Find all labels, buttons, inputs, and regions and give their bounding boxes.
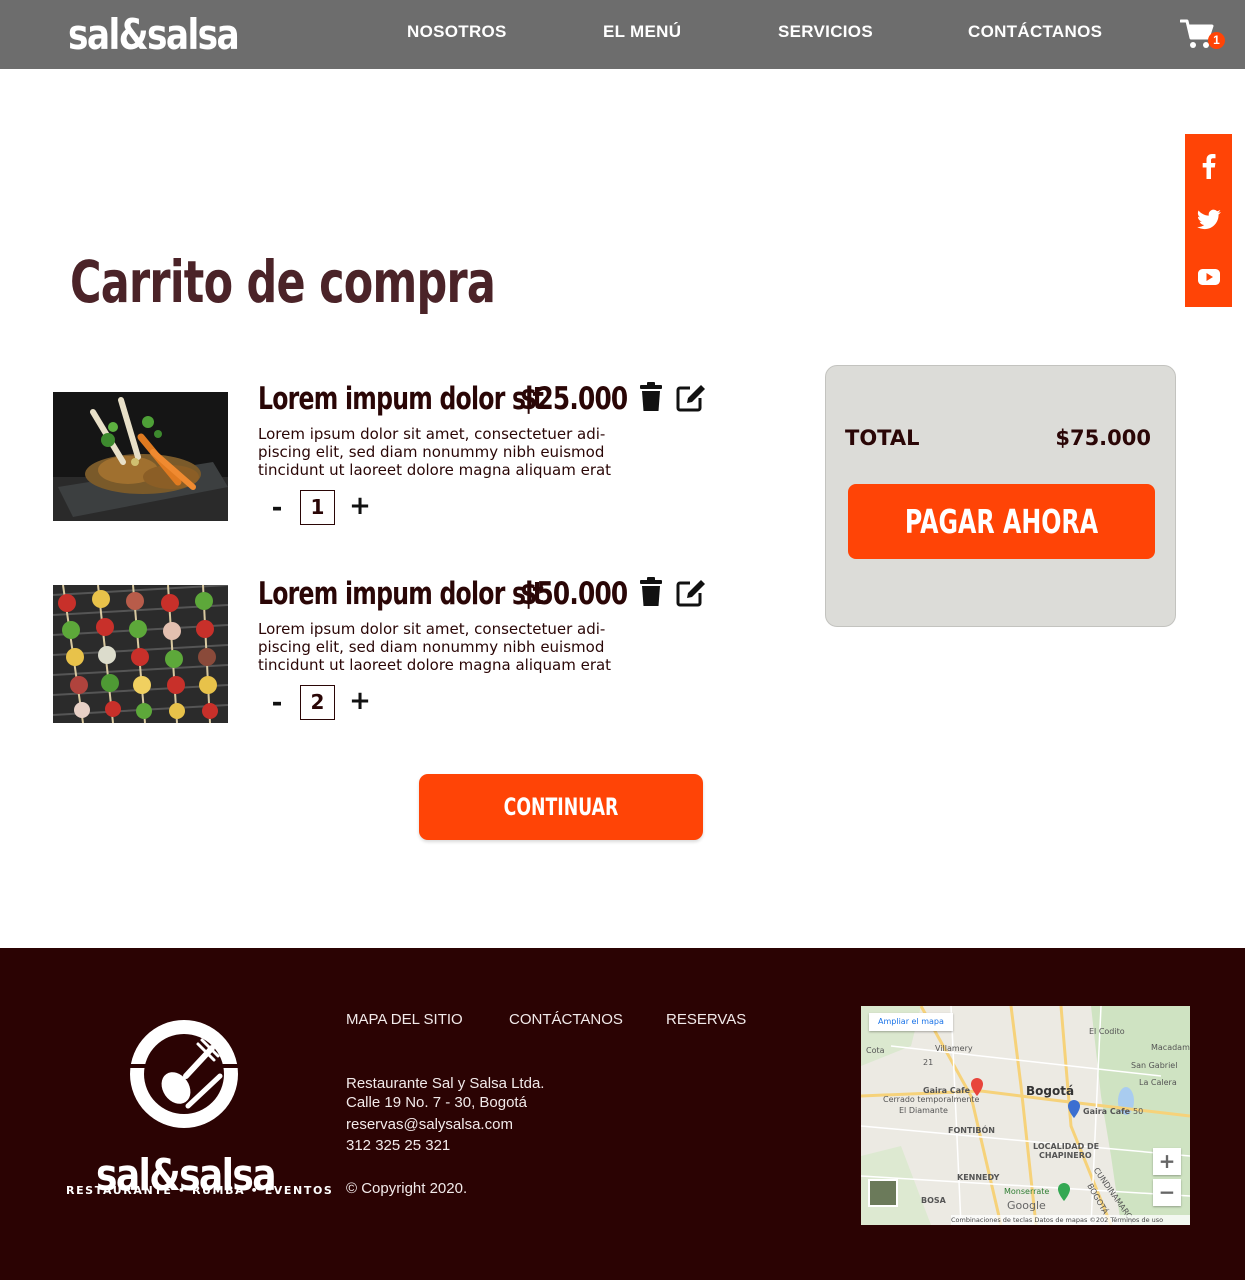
twitter-link[interactable] — [1196, 207, 1222, 233]
map-label: LOCALIDAD DE — [1033, 1142, 1100, 1151]
continue-shopping-label: CONTINUAR COMPRANDO — [497, 793, 625, 887]
cart-button[interactable]: 1 — [1180, 16, 1226, 54]
youtube-link[interactable] — [1196, 264, 1222, 290]
map-zoom-in-button[interactable]: + — [1153, 1148, 1181, 1175]
total-label: TOTAL — [845, 426, 920, 450]
map-label: El Codito — [1089, 1027, 1125, 1036]
map-label: El Diamante — [899, 1106, 948, 1115]
footer-address: Calle 19 No. 7 - 30, Bogotá — [346, 1094, 527, 1111]
pay-now-label: PAGAR AHORA — [904, 502, 1099, 541]
facebook-icon — [1202, 154, 1216, 179]
quantity-field[interactable]: 1 — [300, 490, 335, 525]
trash-icon — [640, 577, 662, 606]
map-label: Gaira Cafe — [923, 1086, 971, 1095]
map-label: Villamery — [935, 1044, 973, 1053]
increase-quantity-button[interactable]: + — [347, 491, 373, 521]
footer-link-sitemap[interactable]: MAPA DEL SITIO — [346, 1011, 463, 1028]
map-label: CHAPINERO — [1039, 1151, 1092, 1160]
map-label: San Gabriel — [1131, 1061, 1178, 1070]
nav-el-menu[interactable]: EL MENÚ — [603, 22, 681, 42]
delete-item-button[interactable] — [637, 577, 667, 607]
item-description: Lorem ipsum dolor sit amet, consectetuer… — [258, 425, 612, 479]
brand-logo[interactable]: sal&salsa — [68, 10, 240, 60]
map-attribution: Combinaciones de teclas Datos de mapas ©… — [951, 1215, 1190, 1225]
twitter-icon — [1197, 209, 1221, 230]
map-enlarge-link[interactable]: Ampliar el mapa — [869, 1013, 953, 1031]
location-map[interactable]: Ampliar el mapa Cota Villamery El Codito… — [861, 1006, 1190, 1225]
nav-contactanos[interactable]: CONTÁCTANOS — [968, 22, 1102, 42]
map-label: Cerrado temporalmente — [883, 1095, 980, 1104]
item-name: Lorem impum dolor sit — [258, 576, 544, 612]
order-summary-panel: TOTAL $75.000 PAGAR AHORA — [825, 365, 1176, 627]
item-description: Lorem ipsum dolor sit amet, consectetuer… — [258, 620, 612, 674]
quantity-field[interactable]: 2 — [300, 685, 335, 720]
youtube-icon — [1198, 269, 1220, 285]
edit-icon — [676, 580, 705, 607]
delete-item-button[interactable] — [637, 382, 667, 412]
edit-item-button[interactable] — [675, 382, 705, 412]
map-label: Monserrate — [1004, 1187, 1050, 1196]
product-image — [53, 392, 228, 521]
footer-logo-emblem — [118, 1016, 248, 1134]
footer-phone: 312 325 25 321 — [346, 1137, 451, 1154]
cart-count-badge: 1 — [1208, 32, 1225, 49]
footer-company: Restaurante Sal y Salsa Ltda. — [346, 1075, 545, 1092]
continue-shopping-button[interactable]: CONTINUAR COMPRANDO — [419, 774, 703, 887]
footer-link-reservations[interactable]: RESERVAS — [666, 1011, 746, 1028]
footer-copyright: © Copyright 2020. — [346, 1180, 468, 1197]
map-label: KENNEDY — [957, 1173, 1000, 1182]
footer-email[interactable]: reservas@salysalsa.com — [346, 1116, 513, 1133]
map-zoom-out-button[interactable]: − — [1153, 1179, 1181, 1206]
trash-icon — [640, 382, 662, 411]
edit-icon — [676, 385, 705, 412]
footer-link-contact[interactable]: CONTÁCTANOS — [509, 1011, 623, 1028]
map-label: La Calera — [1139, 1078, 1177, 1087]
facebook-link[interactable] — [1196, 153, 1222, 179]
map-label: BOSA — [921, 1196, 946, 1205]
product-image — [53, 585, 228, 723]
map-label: Bogotá — [1026, 1084, 1075, 1098]
nav-nosotros[interactable]: NOSOTROS — [407, 22, 507, 42]
edit-item-button[interactable] — [675, 577, 705, 607]
map-label: FONTIBÓN — [948, 1126, 995, 1135]
nav-servicios[interactable]: SERVICIOS — [778, 22, 873, 42]
decrease-quantity-button[interactable]: - — [264, 493, 290, 523]
map-label: 21 — [923, 1058, 934, 1067]
plate-fork-spoon-icon — [126, 1020, 242, 1128]
increase-quantity-button[interactable]: + — [347, 686, 373, 716]
footer-tagline: RESTAURANTE • RUMBA • EVENTOS — [66, 1184, 334, 1197]
decrease-quantity-button[interactable]: - — [264, 688, 290, 718]
map-label: 50 — [1133, 1107, 1144, 1116]
item-price: $50.000 — [520, 576, 628, 612]
map-label: Gaira Cafe — [1083, 1107, 1131, 1116]
page-title: Carrito de compra — [70, 248, 496, 316]
map-label: Cota — [866, 1046, 885, 1055]
google-logo: Google — [1007, 1199, 1046, 1212]
map-label: Macadam — [1151, 1043, 1190, 1052]
pay-now-button[interactable]: PAGAR AHORA — [848, 484, 1155, 559]
item-name: Lorem impum dolor sit — [258, 381, 544, 417]
total-value: $75.000 — [1055, 426, 1151, 450]
social-sidebar — [1185, 134, 1232, 307]
item-price: $25.000 — [520, 381, 628, 417]
top-navbar: sal&salsa NOSOTROS EL MENÚ SERVICIOS CON… — [0, 0, 1245, 69]
